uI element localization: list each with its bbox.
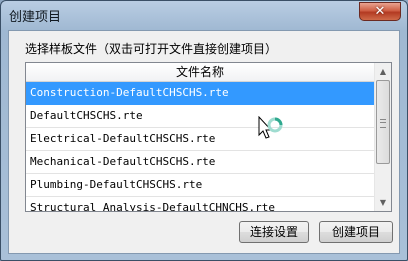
connect-settings-button[interactable]: 连接设置 [239,221,309,243]
template-file-list[interactable]: 文件名称 Construction-DefaultCHSCHS.rte Defa… [25,62,392,212]
grip-icon [380,119,386,128]
dialog-body: 选择样板文件（双击可打开文件直接创建项目） 文件名称 Construction-… [8,30,400,254]
close-icon: ✕ [374,4,386,19]
list-item[interactable]: Structural Analysis-DefaultCHNCHS.rte [26,197,374,211]
list-item[interactable]: Construction-DefaultCHSCHS.rte [26,82,374,105]
scroll-up-arrow-icon[interactable]: ▲ [375,63,391,80]
list-item[interactable]: Plumbing-DefaultCHSCHS.rte [26,174,374,197]
list-item[interactable]: DefaultCHSCHS.rte [26,105,374,128]
scrollbar-thumb[interactable] [376,80,390,164]
close-button[interactable]: ✕ [359,2,401,21]
instruction-label: 选择样板文件（双击可打开文件直接创建项目） [25,42,278,56]
create-project-dialog: 创建项目 ✕ 选择样板文件（双击可打开文件直接创建项目） 文件名称 Constr… [0,0,408,261]
title-bar[interactable]: 创建项目 ✕ [1,1,407,31]
vertical-scrollbar[interactable]: ▲ ▼ [374,63,391,211]
column-header-file-name[interactable]: 文件名称 [26,63,374,82]
scroll-down-arrow-icon[interactable]: ▼ [375,194,391,211]
list-rows: Construction-DefaultCHSCHS.rte DefaultCH… [26,82,374,211]
list-item[interactable]: Mechanical-DefaultCHSCHS.rte [26,151,374,174]
list-item[interactable]: Electrical-DefaultCHSCHS.rte [26,128,374,151]
busy-arrow-cursor-icon [258,116,283,139]
create-project-button[interactable]: 创建项目 [319,221,393,243]
window-title: 创建项目 [9,10,62,25]
